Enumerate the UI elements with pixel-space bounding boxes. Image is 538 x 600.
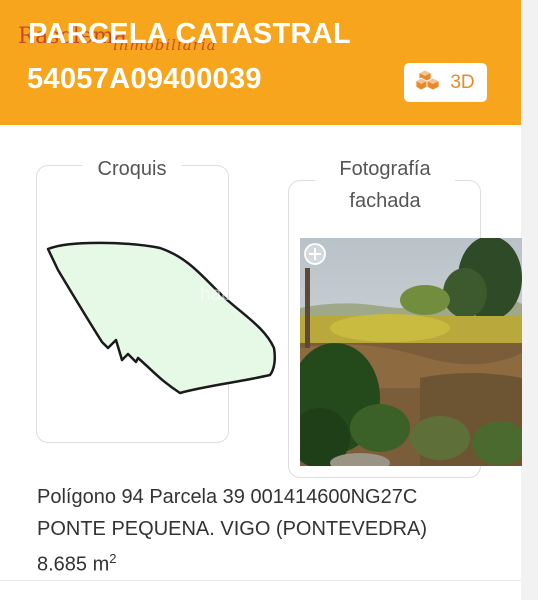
sketch-label: Croquis [82,153,182,185]
facade-photo[interactable] [300,238,522,466]
parcel-area-value: 8.685 m [37,553,110,576]
cadastral-reference: 54057A09400039 [27,63,262,95]
photo-label-line1: Fotografía [315,153,455,185]
parcel-sketch [46,241,277,395]
parcel-area: 8.685 m2 [37,551,117,577]
view-3d-label: 3D [450,71,475,93]
parcel-identifier: Polígono 94 Parcela 39 001414600NG27C [37,486,418,508]
plus-icon[interactable] [303,242,327,271]
view-3d-button[interactable]: 3D [404,63,487,102]
page-margin [521,0,538,600]
parcel-area-unit-exponent: 2 [109,551,117,566]
divider [0,580,521,581]
cubes-icon [415,69,444,96]
parcel-address: PONTE PEQUENA. VIGO (PONTEVEDRA) [37,518,428,540]
photo-label-line2: fachada [315,185,455,217]
parcel-shape [46,241,277,395]
page-title: PARCELA CATASTRAL [28,18,351,50]
photo-watermark: habitaclia [200,284,281,305]
